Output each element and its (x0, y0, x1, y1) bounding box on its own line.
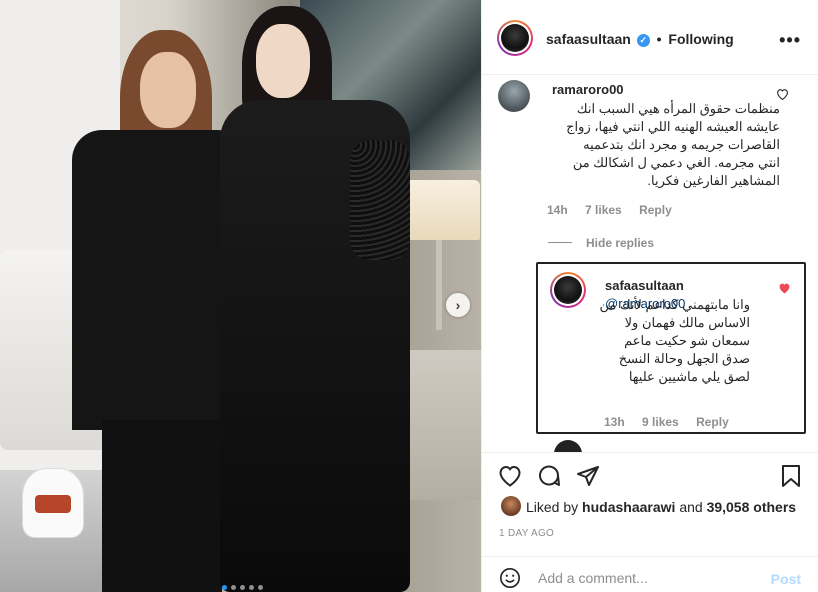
comment-time: 14h (547, 203, 568, 217)
carousel-next-button[interactable]: › (446, 293, 470, 317)
separator-dot: • (656, 31, 662, 47)
comment-text: منظمات حقوق المرأه هيي السبب انك عايشه ا… (560, 82, 780, 190)
save-bookmark-icon[interactable] (778, 463, 804, 489)
comment-meta: 14h 7 likes Reply (547, 203, 686, 217)
post-date[interactable]: 1 DAY AGO (499, 528, 554, 539)
likes-prefix: Liked by (526, 499, 579, 515)
likes-conj: and (679, 499, 703, 515)
comment-likes[interactable]: 7 likes (585, 203, 622, 217)
comment-input[interactable] (538, 567, 758, 589)
comment-reply-button[interactable]: Reply (639, 203, 672, 217)
reply-liked-heart-icon[interactable] (778, 282, 791, 297)
reply-time: 13h (604, 415, 625, 429)
emoji-smiley-icon[interactable] (499, 567, 521, 589)
reply-text: وانا مابتهمني كداعم لأنك من الاساس مالك … (598, 296, 750, 386)
share-paper-plane-icon[interactable] (575, 463, 601, 489)
comments-list[interactable]: ramaroro00 منظمات حقوق المرأه هيي السبب … (482, 76, 818, 452)
divider (548, 242, 572, 243)
comment-bubble-icon[interactable] (536, 463, 562, 489)
carousel-dot (249, 585, 254, 590)
reply-body: وانا مابتهمني كداعم لأنك من الاساس مالك … (599, 297, 750, 384)
next-comment-avatar (554, 440, 582, 452)
likes-text: Liked by hudashaarawi and 39,058 others (526, 499, 796, 515)
reply-username[interactable]: safaasultaan (605, 278, 684, 293)
post-sidebar: safaasultaan ✓ • Following ••• ramaroro0… (481, 0, 818, 592)
reply-meta: 13h 9 likes Reply (604, 415, 743, 429)
comment-like-heart-icon[interactable] (776, 88, 789, 103)
author-avatar[interactable] (497, 20, 533, 56)
post-header: safaasultaan ✓ • Following ••• (482, 0, 818, 75)
comment-body: منظمات حقوق المرأه هيي السبب انك عايشه ا… (566, 101, 780, 188)
author-username[interactable]: safaasultaan (546, 31, 631, 47)
carousel-dot (258, 585, 263, 590)
hide-replies-label: Hide replies (586, 236, 655, 250)
more-options-icon[interactable]: ••• (779, 30, 801, 51)
post-comment-button[interactable]: Post (771, 571, 801, 587)
add-comment-bar: Post (482, 556, 818, 592)
carousel-indicator (222, 585, 263, 590)
author-line: safaasultaan ✓ • Following (546, 31, 734, 47)
post-actions (482, 452, 818, 497)
photo-lamp (398, 180, 480, 240)
following-button[interactable]: Following (668, 31, 733, 47)
likes-summary: Liked by hudashaarawi and 39,058 others (482, 496, 818, 518)
like-heart-icon[interactable] (497, 463, 523, 489)
liker-avatar[interactable] (501, 496, 521, 516)
liker-username[interactable]: hudashaarawi (582, 499, 675, 515)
chevron-right-icon: › (455, 297, 461, 313)
reply-reply-button[interactable]: Reply (696, 415, 729, 429)
photo-lamp-stem (436, 240, 442, 330)
hide-replies-button[interactable]: Hide replies (548, 236, 654, 250)
reply-likes[interactable]: 9 likes (642, 415, 679, 429)
carousel-dot (222, 585, 227, 590)
commenter-avatar[interactable] (498, 80, 530, 112)
reply-comment: safaasultaan @ramaroro00 وانا مابتهمني ك… (536, 262, 806, 434)
carousel-dot (240, 585, 245, 590)
reply-author-avatar[interactable] (550, 272, 586, 308)
post-photo[interactable]: › (0, 0, 481, 592)
likes-others-link[interactable]: 39,058 others (707, 499, 797, 515)
verified-badge-icon: ✓ (636, 34, 650, 47)
carousel-dot (231, 585, 236, 590)
photo-person-right (220, 0, 410, 592)
